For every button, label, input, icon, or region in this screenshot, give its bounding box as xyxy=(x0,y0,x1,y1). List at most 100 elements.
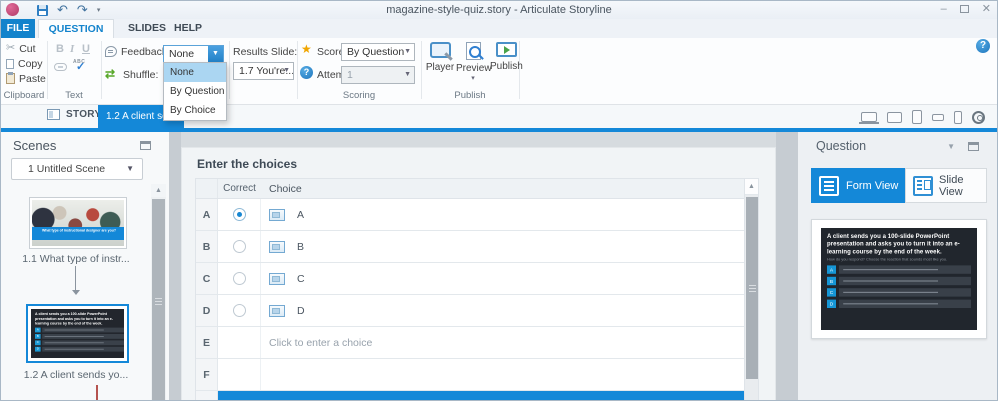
tab-help[interactable]: HELP xyxy=(166,19,210,38)
table-row-selected[interactable]: G xyxy=(196,391,758,400)
ribbon: ✂ Cut Copy Paste Clipboard B I U ABC Tex… xyxy=(1,38,997,105)
slide-thumbnail-1-2-selected[interactable]: A client sends you a 100-slide PowerPoin… xyxy=(26,304,129,363)
table-row[interactable]: A A xyxy=(196,199,758,231)
tab-file[interactable]: FILE xyxy=(1,19,35,38)
score-dropdown[interactable]: By Question ▼ xyxy=(341,43,415,61)
collapse-panel-icon[interactable] xyxy=(968,142,979,151)
attempts-dropdown[interactable]: 1 ▼ xyxy=(341,66,415,84)
text-group-label: Text xyxy=(65,90,83,101)
player-button[interactable]: Player xyxy=(424,42,456,73)
story-view-icon xyxy=(47,109,60,120)
scenes-scrollbar[interactable]: ▲ xyxy=(151,184,166,400)
shuffle-label: Shuffle: xyxy=(123,69,159,81)
copy-button[interactable]: Copy xyxy=(6,56,43,70)
clipboard-group-label: Clipboard xyxy=(3,90,45,101)
dropdown-caret-icon: ▼ xyxy=(404,71,411,78)
choice-cell[interactable]: C xyxy=(261,263,744,294)
image-placeholder-icon[interactable] xyxy=(269,208,285,221)
help-icon[interactable]: ? xyxy=(976,39,990,53)
bold-button[interactable]: B xyxy=(56,43,64,55)
results-slide-label: Results Slide: xyxy=(233,46,298,58)
question-editor: Enter the choices Correct Choice A A B B… xyxy=(181,147,776,400)
menu-item-by-question[interactable]: By Question xyxy=(164,82,226,101)
slide-preview[interactable]: A client sends you a 100-slide PowerPoin… xyxy=(811,219,987,339)
preview-caret-icon[interactable]: ▾ xyxy=(456,74,490,82)
copy-icon xyxy=(6,56,19,69)
form-view-button[interactable]: Form View xyxy=(811,168,905,203)
scenes-scrollbar-thumb[interactable] xyxy=(152,199,165,400)
panel-dropdown-caret-icon[interactable]: ▼ xyxy=(947,142,955,151)
dropdown-caret-icon[interactable]: ▼ xyxy=(208,46,223,62)
slide-thumbnail-1-1[interactable]: What type of instructional designer are … xyxy=(29,197,127,249)
image-placeholder-icon[interactable] xyxy=(269,272,285,285)
maximize-button[interactable] xyxy=(959,5,969,13)
tablet-portrait-icon[interactable] xyxy=(912,110,922,124)
paste-button[interactable]: Paste xyxy=(6,72,46,85)
shuffle-icon: ⇄ xyxy=(105,67,116,81)
close-button[interactable]: ✕ xyxy=(982,2,991,16)
feedback-dropdown[interactable]: None ▼ xyxy=(163,45,224,63)
link-icon[interactable] xyxy=(54,63,67,71)
scroll-up-icon[interactable]: ▲ xyxy=(151,184,166,197)
table-row[interactable]: F xyxy=(196,359,758,391)
table-row[interactable]: E Click to enter a choice xyxy=(196,327,758,359)
correct-radio[interactable] xyxy=(232,304,246,317)
preview-button[interactable]: Preview ▾ xyxy=(456,42,492,82)
table-row[interactable]: B B xyxy=(196,231,758,263)
publish-button[interactable]: Publish xyxy=(490,42,523,72)
slide-preview-canvas: A client sends you a 100-slide PowerPoin… xyxy=(821,228,977,330)
correct-radio[interactable] xyxy=(232,272,246,285)
italic-button[interactable]: I xyxy=(70,43,74,55)
choice-cell[interactable] xyxy=(261,391,744,400)
choice-cell[interactable]: D xyxy=(261,295,744,326)
table-scrollbar-thumb[interactable] xyxy=(746,197,758,379)
slide-view-button[interactable]: Slide View xyxy=(905,168,987,203)
image-placeholder-icon[interactable] xyxy=(269,304,285,317)
option-badge: D xyxy=(827,299,836,309)
minimize-button[interactable]: – xyxy=(941,2,947,16)
table-row[interactable]: D D xyxy=(196,295,758,327)
collapse-panel-icon[interactable] xyxy=(140,141,151,150)
tablet-landscape-icon[interactable] xyxy=(887,111,902,123)
title-bar: ↶ ↷ ▾ magazine-style-quiz.story - Articu… xyxy=(1,1,997,19)
choice-cell[interactable]: A xyxy=(261,199,744,230)
panel-splitter[interactable] xyxy=(169,132,181,400)
slide-1-2-caption: 1.2 A client sends yo... xyxy=(23,369,129,381)
table-row[interactable]: C C xyxy=(196,263,758,295)
scissors-icon: ✂ xyxy=(6,42,16,54)
option-bar xyxy=(839,299,971,309)
scene-selector-dropdown[interactable]: 1 Untitled Scene ▼ xyxy=(11,158,143,180)
correct-radio-selected[interactable] xyxy=(232,208,246,221)
window-title: magazine-style-quiz.story - Articulate S… xyxy=(386,4,612,16)
correct-radio[interactable] xyxy=(232,240,246,253)
menu-item-none[interactable]: None xyxy=(164,63,226,82)
slide-view-icon xyxy=(913,175,933,196)
phone-landscape-icon[interactable] xyxy=(932,113,944,121)
scenes-panel: Scenes 1 Untitled Scene ▼ What type of i… xyxy=(1,132,169,400)
publish-icon xyxy=(495,42,517,57)
gear-icon[interactable] xyxy=(971,108,988,126)
phone-portrait-icon[interactable] xyxy=(954,110,962,124)
dropdown-caret-icon: ▼ xyxy=(404,48,411,55)
results-slide-dropdown[interactable]: 1.7 You're... ▼ xyxy=(233,62,294,80)
storyline-window: ↶ ↷ ▾ magazine-style-quiz.story - Articu… xyxy=(0,0,998,401)
feedback-dropdown-menu: None By Question By Choice xyxy=(163,62,227,121)
option-bar xyxy=(839,265,971,275)
choice-cell[interactable]: B xyxy=(261,231,744,262)
laptop-icon[interactable] xyxy=(859,112,879,124)
menu-item-by-choice[interactable]: By Choice xyxy=(164,101,226,120)
flow-arrow-head xyxy=(72,290,80,295)
underline-button[interactable]: U xyxy=(82,43,90,55)
image-placeholder-icon[interactable] xyxy=(269,240,285,253)
view-toggle: Form View Slide View xyxy=(811,168,987,203)
tab-question[interactable]: QUESTION xyxy=(38,19,114,38)
preview-icon xyxy=(465,42,481,60)
choice-placeholder: Click to enter a choice xyxy=(269,336,373,349)
spellcheck-button[interactable]: ABC xyxy=(73,59,89,73)
choice-cell[interactable]: Click to enter a choice xyxy=(261,327,744,358)
choice-cell[interactable] xyxy=(261,359,744,390)
scroll-up-icon[interactable]: ▲ xyxy=(745,179,758,195)
table-scrollbar[interactable]: ▲ xyxy=(744,179,758,400)
slide-1-1-photo: What type of instructional designer are … xyxy=(32,200,124,246)
cut-button[interactable]: ✂ Cut xyxy=(6,42,36,55)
